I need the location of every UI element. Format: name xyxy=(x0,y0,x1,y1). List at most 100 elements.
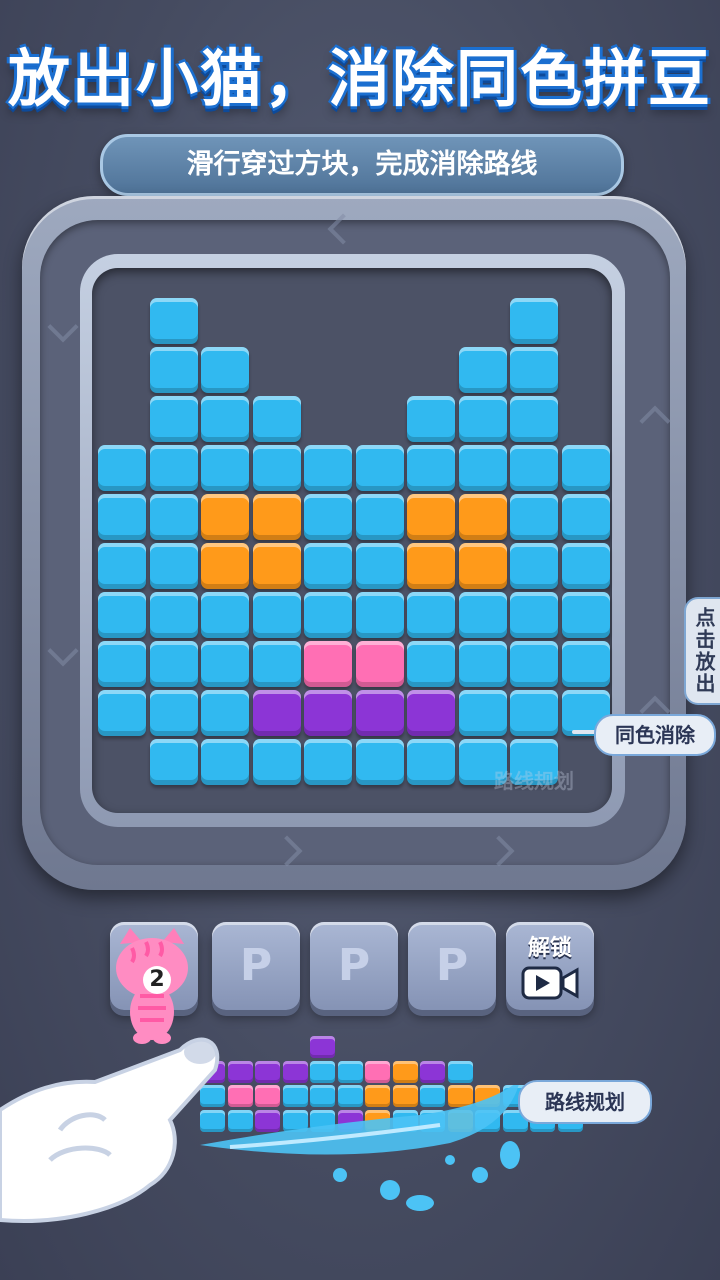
cyan-bead[interactable] xyxy=(561,592,610,638)
orange-bead[interactable] xyxy=(201,494,249,540)
route-plan-callout: 路线规划 xyxy=(518,1080,652,1124)
cyan-bead[interactable] xyxy=(201,445,249,491)
cyan-bead[interactable] xyxy=(561,543,610,589)
cyan-bead[interactable] xyxy=(98,445,146,491)
cyan-bead[interactable] xyxy=(510,445,558,491)
cyan-bead[interactable] xyxy=(98,641,146,687)
water-splash-icon xyxy=(200,1085,520,1211)
cyan-bead[interactable] xyxy=(252,739,301,785)
cyan-bead[interactable] xyxy=(149,543,198,589)
conveyor-cyan-bead xyxy=(310,1060,335,1083)
orange-bead[interactable] xyxy=(458,543,507,589)
cyan-bead[interactable] xyxy=(458,641,507,687)
cyan-bead[interactable] xyxy=(149,347,198,393)
cyan-bead[interactable] xyxy=(407,739,455,785)
cyan-bead[interactable] xyxy=(149,494,198,540)
video-camera-icon xyxy=(521,966,579,1000)
conveyor-cyan-bead xyxy=(337,1060,363,1083)
slot-letter: P xyxy=(435,940,469,991)
orange-bead[interactable] xyxy=(407,494,455,540)
orange-bead[interactable] xyxy=(252,543,301,589)
cyan-bead[interactable] xyxy=(201,347,249,393)
orange-bead[interactable] xyxy=(407,543,455,589)
cyan-bead[interactable] xyxy=(252,592,301,638)
cyan-bead[interactable] xyxy=(252,641,301,687)
cyan-bead[interactable] xyxy=(561,494,610,540)
unlock-slot-button[interactable]: 解锁 xyxy=(506,922,594,1010)
cyan-bead[interactable] xyxy=(201,592,249,638)
cat-count-badge: 2 xyxy=(143,966,171,994)
cyan-bead[interactable] xyxy=(98,592,146,638)
conveyor-orange-bead xyxy=(392,1060,418,1083)
cyan-bead[interactable] xyxy=(98,543,146,589)
purple-bead[interactable] xyxy=(355,690,404,736)
cyan-bead[interactable] xyxy=(458,690,507,736)
orange-bead[interactable] xyxy=(252,494,301,540)
conveyor-cyan-bead xyxy=(447,1060,473,1083)
cyan-bead[interactable] xyxy=(304,445,352,491)
cyan-bead[interactable] xyxy=(510,298,558,344)
cyan-bead[interactable] xyxy=(510,592,558,638)
cyan-bead[interactable] xyxy=(201,690,249,736)
cyan-bead[interactable] xyxy=(458,347,507,393)
locked-slot[interactable]: P xyxy=(408,922,496,1010)
cyan-bead[interactable] xyxy=(98,690,146,736)
cyan-bead[interactable] xyxy=(510,396,558,442)
conveyor-purple-bead xyxy=(420,1060,445,1083)
cyan-bead[interactable] xyxy=(149,396,198,442)
orange-bead[interactable] xyxy=(201,543,249,589)
cyan-bead[interactable] xyxy=(149,690,198,736)
cyan-bead[interactable] xyxy=(458,396,507,442)
cyan-bead[interactable] xyxy=(201,739,249,785)
release-button[interactable]: 点击放出 xyxy=(684,597,720,705)
cyan-bead[interactable] xyxy=(149,445,198,491)
purple-bead[interactable] xyxy=(304,690,352,736)
cyan-bead[interactable] xyxy=(355,445,404,491)
purple-bead[interactable] xyxy=(407,690,455,736)
cyan-bead[interactable] xyxy=(355,739,404,785)
conveyor-purple-bead xyxy=(310,1036,335,1058)
cyan-bead[interactable] xyxy=(304,494,352,540)
cyan-bead[interactable] xyxy=(407,592,455,638)
cyan-bead[interactable] xyxy=(407,396,455,442)
cyan-bead[interactable] xyxy=(510,641,558,687)
cyan-bead[interactable] xyxy=(510,347,558,393)
cyan-bead[interactable] xyxy=(304,543,352,589)
cyan-bead[interactable] xyxy=(561,641,610,687)
cyan-bead[interactable] xyxy=(510,494,558,540)
orange-bead[interactable] xyxy=(458,494,507,540)
board-watermark: 路线规划 xyxy=(494,769,574,793)
locked-slot[interactable]: P xyxy=(212,922,300,1010)
pointing-hand-icon xyxy=(0,1037,220,1223)
cyan-bead[interactable] xyxy=(458,592,507,638)
cyan-bead[interactable] xyxy=(407,445,455,491)
cyan-bead[interactable] xyxy=(149,739,198,785)
cyan-bead[interactable] xyxy=(252,396,301,442)
cyan-bead[interactable] xyxy=(355,543,404,589)
subtitle-banner: 滑行穿过方块，完成消除路线 xyxy=(100,134,624,196)
locked-slot[interactable]: P xyxy=(310,922,398,1010)
cyan-bead[interactable] xyxy=(201,641,249,687)
cyan-bead[interactable] xyxy=(304,592,352,638)
cyan-bead[interactable] xyxy=(355,592,404,638)
purple-bead[interactable] xyxy=(252,690,301,736)
cyan-bead[interactable] xyxy=(149,298,198,344)
pink-bead[interactable] xyxy=(304,641,352,687)
cyan-bead[interactable] xyxy=(98,494,146,540)
cyan-bead[interactable] xyxy=(149,641,198,687)
same-color-callout: 同色消除 xyxy=(594,714,716,756)
cyan-bead[interactable] xyxy=(252,445,301,491)
cyan-bead[interactable] xyxy=(304,739,352,785)
cyan-bead[interactable] xyxy=(355,494,404,540)
cyan-bead[interactable] xyxy=(149,592,198,638)
conveyor-purple-bead xyxy=(255,1060,280,1083)
cyan-bead[interactable] xyxy=(510,543,558,589)
conveyor-pink-bead xyxy=(365,1060,390,1083)
cyan-bead[interactable] xyxy=(201,396,249,442)
cyan-bead[interactable] xyxy=(407,641,455,687)
cyan-bead[interactable] xyxy=(561,445,610,491)
cyan-bead[interactable] xyxy=(458,445,507,491)
conveyor-purple-bead xyxy=(282,1060,308,1083)
pink-bead[interactable] xyxy=(355,641,404,687)
cyan-bead[interactable] xyxy=(510,690,558,736)
